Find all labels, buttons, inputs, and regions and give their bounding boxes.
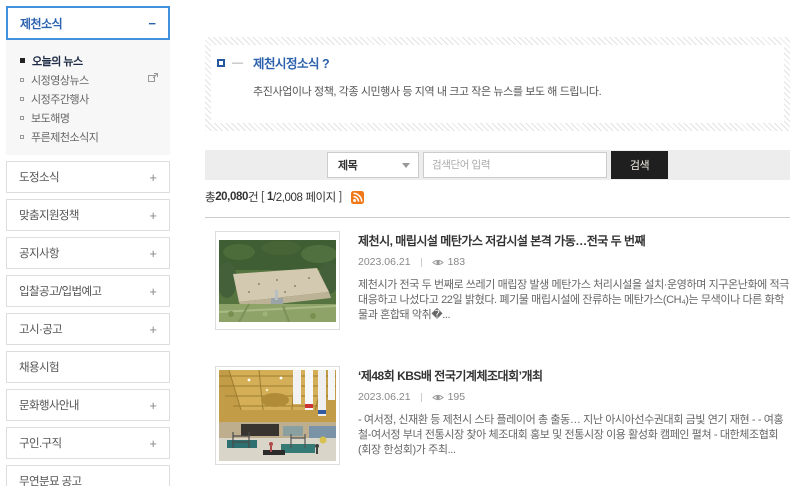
bracket: [: [261, 191, 264, 203]
submenu-item-label: 보도해명: [31, 110, 69, 126]
sidebar-section-label: 문화행사안내: [19, 397, 79, 413]
news-list-item: 제천시, 매립시설 메탄가스 저감시설 본격 가동…전국 두 번째 2023.0…: [205, 231, 790, 330]
news-date: 2023.06.21: [358, 256, 411, 268]
square-marker-icon: [217, 59, 225, 67]
news-list: 제천시, 매립시설 메탄가스 저감시설 본격 가동…전국 두 번째 2023.0…: [205, 231, 790, 486]
news-title-link[interactable]: ‘제48회 KBS배 전국기계체조대회’개최: [358, 367, 790, 384]
sidebar-section-label: 채용시험: [19, 359, 59, 375]
sidebar-section-label: 무연분묘 공고: [19, 473, 81, 486]
submenu-item-green-jecheon-newsletter[interactable]: 푸른제천소식지: [20, 127, 158, 146]
view-count-value: 195: [448, 391, 466, 403]
result-prefix: 총: [205, 189, 215, 205]
sidebar-section-label: 맞춤지원정책: [19, 207, 79, 223]
sidebar-section-label: 도정소식: [19, 169, 59, 185]
sidebar-section-province-news[interactable]: 도정소식 +: [6, 161, 170, 193]
page-total-text: /2,008 페이지: [273, 189, 336, 205]
expand-plus-icon[interactable]: +: [149, 170, 157, 185]
search-button[interactable]: 검색: [611, 151, 668, 179]
submenu-item-label: 시정영상뉴스: [31, 72, 89, 88]
landfill-aerial-image: [219, 240, 336, 322]
search-input[interactable]: [423, 152, 607, 178]
news-thumbnail-gymnasium[interactable]: [215, 366, 340, 465]
search-field-selected-value: 제목: [338, 157, 357, 173]
square-bullet-icon: [20, 78, 24, 82]
news-summary: - 여서정, 신재환 등 제천시 스타 플레이어 총 출동… 지난 아시아선수권…: [358, 413, 790, 458]
collapse-minus-icon[interactable]: −: [148, 16, 156, 31]
news-summary: 제천시가 전국 두 번째로 쓰레기 매립장 발생 메탄가스 처리시설을 설치·운…: [358, 278, 790, 323]
expand-plus-icon[interactable]: +: [149, 436, 157, 451]
sidebar-section-label: 제천소식: [20, 15, 62, 32]
submenu-item-video-news[interactable]: 시정영상뉴스: [20, 70, 158, 89]
sidebar-section-recruitment-exams[interactable]: 채용시험: [6, 351, 170, 383]
sidebar-section-job-offers[interactable]: 구인.구직 +: [6, 427, 170, 459]
news-date: 2023.06.21: [358, 391, 411, 403]
submenu-item-label: 오늘의 뉴스: [32, 53, 83, 69]
submenu-item-todays-news[interactable]: 오늘의 뉴스: [20, 51, 158, 70]
news-meta: 2023.06.21 195: [358, 391, 790, 403]
news-body: ‘제48회 KBS배 전국기계체조대회’개최 2023.06.21 195 -: [358, 366, 790, 465]
expand-plus-icon[interactable]: +: [149, 322, 157, 337]
sidebar-section-cultural-events[interactable]: 문화행사안내 +: [6, 389, 170, 421]
sidebar-section-unclaimed-graves[interactable]: 무연분묘 공고: [6, 465, 170, 486]
news-meta: 2023.06.21 183: [358, 256, 790, 268]
sidebar-section-label: 공지사항: [19, 245, 59, 261]
square-bullet-icon: [20, 97, 24, 101]
rss-icon[interactable]: [351, 191, 364, 204]
bracket: ]: [339, 191, 342, 203]
square-bullet-icon: [20, 58, 25, 63]
expand-plus-icon[interactable]: +: [149, 246, 157, 261]
news-title-link[interactable]: 제천시, 매립시설 메탄가스 저감시설 본격 가동…전국 두 번째: [358, 232, 790, 249]
expand-plus-icon[interactable]: +: [149, 284, 157, 299]
sidebar-section-support-policy[interactable]: 맞춤지원정책 +: [6, 199, 170, 231]
dash-decoration: —: [232, 57, 243, 69]
result-unit: 건: [248, 189, 258, 205]
meta-divider: [421, 393, 422, 402]
page: 제천소식 − 오늘의 뉴스 시정영상뉴스 시정주간행사 보도해명: [0, 0, 800, 486]
sidebar-section-jecheon-news[interactable]: 제천소식 −: [6, 6, 170, 40]
expand-plus-icon[interactable]: +: [149, 398, 157, 413]
view-count: 195: [432, 391, 466, 403]
eye-icon: [432, 393, 444, 402]
sidebar-section-label: 입찰공고/입법예고: [19, 283, 101, 299]
list-top-divider: [205, 217, 790, 218]
intro-title: 제천시정소식 ?: [253, 53, 329, 72]
square-bullet-icon: [20, 135, 24, 139]
submenu-item-press-clarification[interactable]: 보도해명: [20, 108, 158, 127]
sidebar-section-label: 구인.구직: [19, 435, 62, 451]
result-count-bar: 총 20,080 건 [ 1 /2,008 페이지 ]: [205, 189, 364, 205]
sidebar-section-official-announcements[interactable]: 고시·공고 +: [6, 313, 170, 345]
news-list-item: ‘제48회 KBS배 전국기계체조대회’개최 2023.06.21 195 -: [205, 366, 790, 465]
intro-title-row: — 제천시정소식 ?: [217, 53, 774, 72]
submenu-item-label: 푸른제천소식지: [31, 129, 98, 145]
sidebar: 제천소식 − 오늘의 뉴스 시정영상뉴스 시정주간행사 보도해명: [6, 6, 170, 486]
eye-icon: [432, 258, 444, 267]
submenu-item-label: 시정주간행사: [31, 91, 89, 107]
meta-divider: [421, 258, 422, 267]
news-body: 제천시, 매립시설 메탄가스 저감시설 본격 가동…전국 두 번째 2023.0…: [358, 231, 790, 330]
search-field-select[interactable]: 제목: [327, 152, 419, 178]
intro-box: — 제천시정소식 ? 추진사업이나 정책, 각종 시민행사 등 지역 내 크고 …: [205, 37, 790, 131]
sidebar-submenu: 오늘의 뉴스 시정영상뉴스 시정주간행사 보도해명 푸른제천소식지: [6, 40, 170, 155]
gymnasium-image: [219, 370, 336, 461]
chevron-down-icon: [402, 163, 410, 168]
result-total-count: 20,080: [215, 191, 248, 203]
search-bar: 제목 검색: [205, 150, 790, 180]
sidebar-section-label: 고시·공고: [19, 321, 62, 337]
square-bullet-icon: [20, 116, 24, 120]
intro-box-inner: — 제천시정소식 ? 추진사업이나 정책, 각종 시민행사 등 지역 내 크고 …: [211, 45, 784, 123]
sidebar-section-bids-legislation[interactable]: 입찰공고/입법예고 +: [6, 275, 170, 307]
sidebar-section-notices[interactable]: 공지사항 +: [6, 237, 170, 269]
submenu-item-weekly-events[interactable]: 시정주간행사: [20, 89, 158, 108]
news-thumbnail-landfill[interactable]: [215, 231, 340, 330]
external-link-icon: [148, 73, 158, 86]
intro-description: 추진사업이나 정책, 각종 시민행사 등 지역 내 크고 작은 뉴스를 보도 해…: [253, 83, 774, 99]
expand-plus-icon[interactable]: +: [149, 208, 157, 223]
view-count-value: 183: [448, 256, 466, 268]
view-count: 183: [432, 256, 466, 268]
